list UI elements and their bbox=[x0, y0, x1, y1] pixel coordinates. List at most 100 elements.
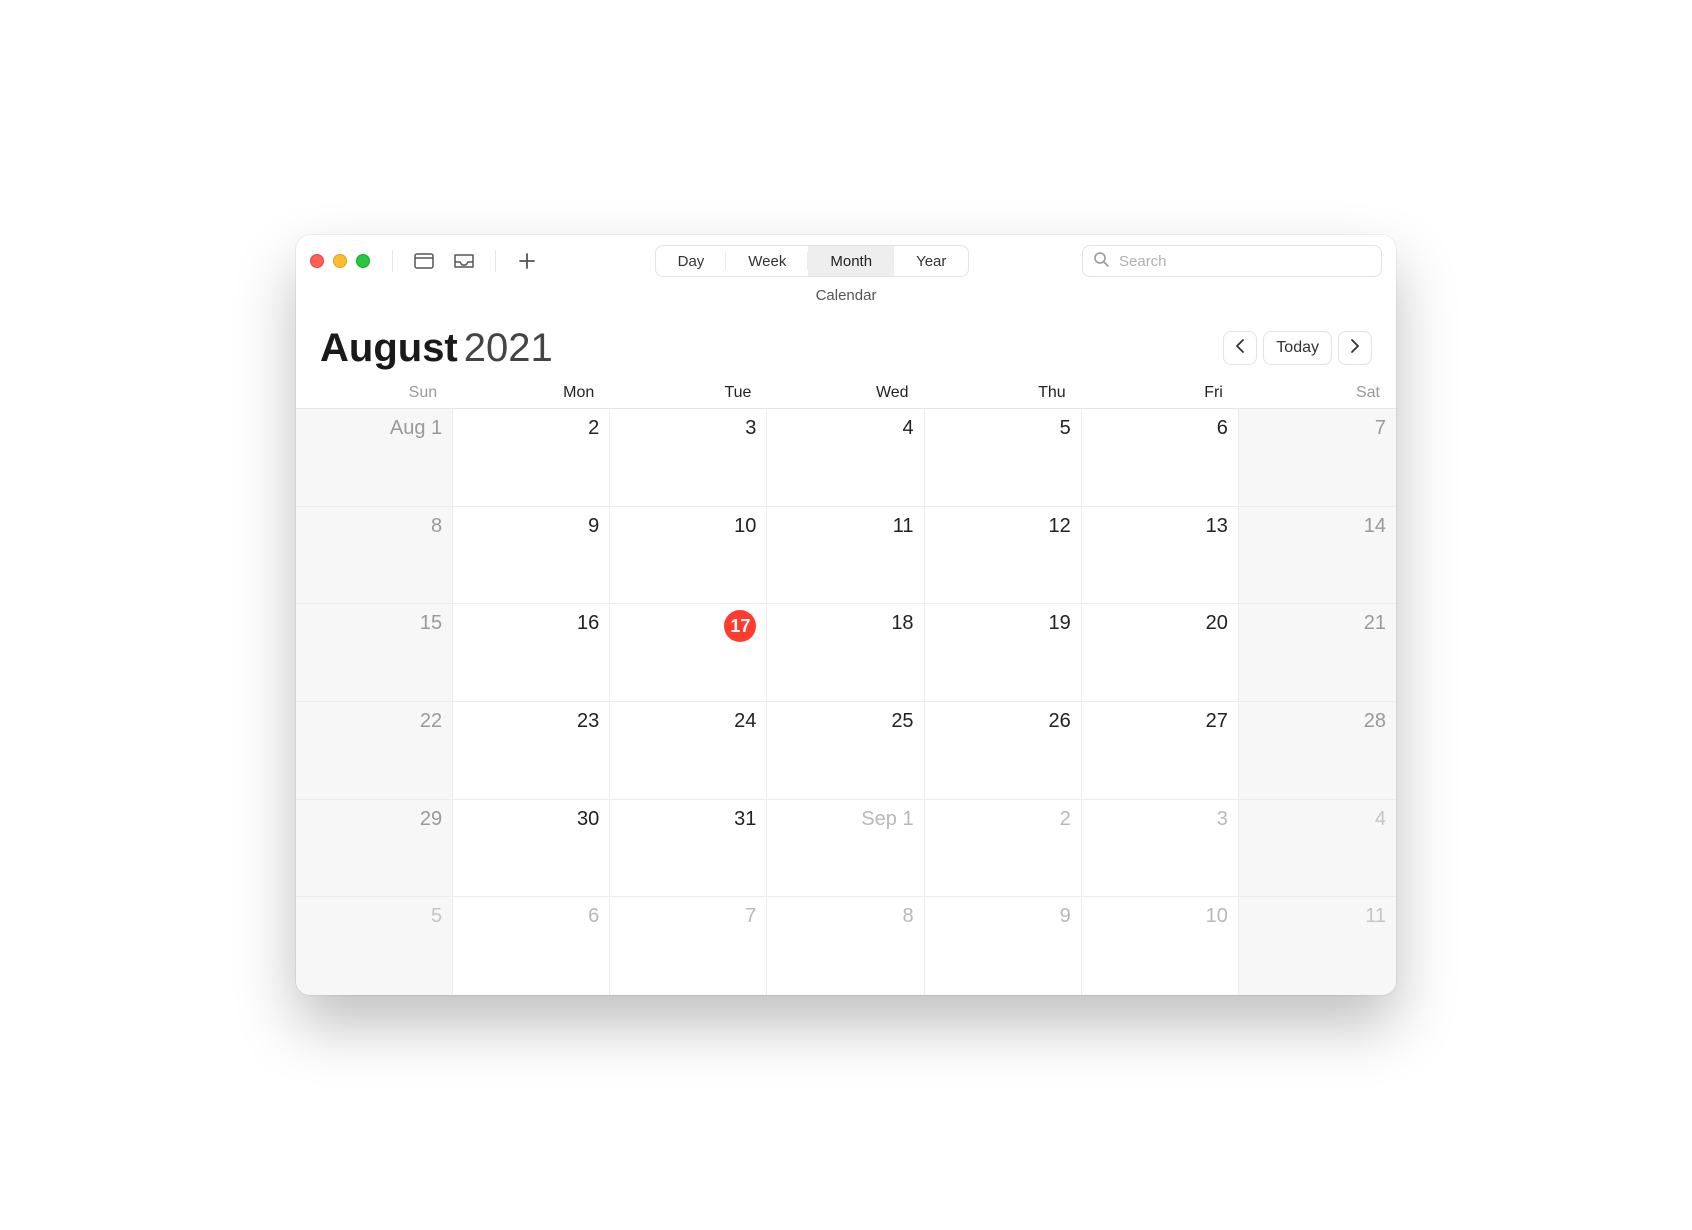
day-number: 12 bbox=[935, 515, 1071, 538]
day-cell[interactable]: 22 bbox=[296, 702, 453, 800]
day-cell[interactable]: 5 bbox=[296, 897, 453, 995]
day-cell[interactable]: 10 bbox=[610, 507, 767, 605]
day-number: 6 bbox=[1092, 417, 1228, 440]
day-number: 2 bbox=[463, 417, 599, 440]
day-cell[interactable]: 4 bbox=[1239, 800, 1396, 898]
day-cell[interactable]: 7 bbox=[610, 897, 767, 995]
day-cell[interactable]: 16 bbox=[453, 604, 610, 702]
search-input[interactable] bbox=[1117, 252, 1371, 271]
next-month-button[interactable] bbox=[1338, 331, 1372, 365]
weekday-sat: Sat bbox=[1239, 378, 1396, 408]
day-cell[interactable]: 30 bbox=[453, 800, 610, 898]
day-number: 10 bbox=[1092, 905, 1228, 928]
day-cell[interactable]: 12 bbox=[925, 507, 1082, 605]
day-cell[interactable]: 19 bbox=[925, 604, 1082, 702]
weekday-thu: Thu bbox=[925, 378, 1082, 408]
view-week-tab[interactable]: Week bbox=[726, 246, 808, 276]
day-number: 11 bbox=[1249, 905, 1386, 928]
day-cell[interactable]: 29 bbox=[296, 800, 453, 898]
add-event-button[interactable] bbox=[512, 246, 542, 276]
day-number: 5 bbox=[306, 905, 442, 928]
month-header: August2021 Today bbox=[296, 314, 1396, 378]
day-number: 31 bbox=[620, 808, 756, 831]
day-cell[interactable]: 6 bbox=[1082, 409, 1239, 507]
day-number: 16 bbox=[463, 612, 599, 635]
day-number: 5 bbox=[935, 417, 1071, 440]
day-number: 13 bbox=[1092, 515, 1228, 538]
day-number: 3 bbox=[1092, 808, 1228, 831]
day-number: 18 bbox=[777, 612, 913, 635]
day-cell[interactable]: 5 bbox=[925, 409, 1082, 507]
weekday-header-row: Sun Mon Tue Wed Thu Fri Sat bbox=[296, 378, 1396, 409]
day-number: 8 bbox=[306, 515, 442, 538]
day-number: 15 bbox=[306, 612, 442, 635]
day-cell[interactable]: 21 bbox=[1239, 604, 1396, 702]
day-cell[interactable]: 14 bbox=[1239, 507, 1396, 605]
window-controls bbox=[310, 254, 370, 268]
day-number: 9 bbox=[463, 515, 599, 538]
chevron-right-icon bbox=[1350, 339, 1360, 358]
today-button[interactable]: Today bbox=[1263, 331, 1332, 365]
weekday-tue: Tue bbox=[610, 378, 767, 408]
chevron-left-icon bbox=[1235, 339, 1245, 358]
day-number: 4 bbox=[1249, 808, 1386, 831]
day-cell[interactable]: 7 bbox=[1239, 409, 1396, 507]
day-cell[interactable]: 18 bbox=[767, 604, 924, 702]
day-cell[interactable]: 23 bbox=[453, 702, 610, 800]
day-cell[interactable]: 26 bbox=[925, 702, 1082, 800]
view-day-tab[interactable]: Day bbox=[656, 246, 727, 276]
weekday-wed: Wed bbox=[767, 378, 924, 408]
view-month-tab[interactable]: Month bbox=[808, 246, 894, 276]
day-cell[interactable]: 11 bbox=[767, 507, 924, 605]
view-year-tab[interactable]: Year bbox=[894, 246, 968, 276]
app-window: Day Week Month Year Calendar bbox=[296, 235, 1396, 995]
day-number: 3 bbox=[620, 417, 756, 440]
window-subtitle-row: Calendar bbox=[296, 287, 1396, 314]
day-cell[interactable]: 3 bbox=[610, 409, 767, 507]
day-cell[interactable]: 25 bbox=[767, 702, 924, 800]
day-cell[interactable]: 6 bbox=[453, 897, 610, 995]
day-cell[interactable]: 9 bbox=[925, 897, 1082, 995]
month-year-label: August2021 bbox=[320, 328, 553, 368]
day-cell[interactable]: Aug 1 bbox=[296, 409, 453, 507]
day-number: 7 bbox=[620, 905, 756, 928]
day-cell[interactable]: 10 bbox=[1082, 897, 1239, 995]
day-cell[interactable]: 8 bbox=[296, 507, 453, 605]
day-number: 27 bbox=[1092, 710, 1228, 733]
day-cell[interactable]: 15 bbox=[296, 604, 453, 702]
weekday-fri: Fri bbox=[1082, 378, 1239, 408]
search-field[interactable] bbox=[1082, 245, 1382, 277]
day-cell[interactable]: 31 bbox=[610, 800, 767, 898]
day-cell[interactable]: 3 bbox=[1082, 800, 1239, 898]
fullscreen-window-button[interactable] bbox=[356, 254, 370, 268]
weekday-mon: Mon bbox=[453, 378, 610, 408]
day-cell[interactable]: 17 bbox=[610, 604, 767, 702]
close-window-button[interactable] bbox=[310, 254, 324, 268]
day-cell[interactable]: 13 bbox=[1082, 507, 1239, 605]
day-cell[interactable]: 2 bbox=[453, 409, 610, 507]
day-number: 25 bbox=[777, 710, 913, 733]
day-cell[interactable]: 28 bbox=[1239, 702, 1396, 800]
day-number: 28 bbox=[1249, 710, 1386, 733]
day-cell[interactable]: 11 bbox=[1239, 897, 1396, 995]
minimize-window-button[interactable] bbox=[333, 254, 347, 268]
calendars-toggle-button[interactable] bbox=[409, 246, 439, 276]
day-cell[interactable]: 2 bbox=[925, 800, 1082, 898]
day-number: 8 bbox=[777, 905, 913, 928]
previous-month-button[interactable] bbox=[1223, 331, 1257, 365]
day-number: 6 bbox=[463, 905, 599, 928]
separator bbox=[392, 250, 393, 272]
month-label: August bbox=[320, 326, 458, 370]
day-number: 30 bbox=[463, 808, 599, 831]
day-number: 10 bbox=[620, 515, 756, 538]
weekday-sun: Sun bbox=[296, 378, 453, 408]
day-cell[interactable]: 24 bbox=[610, 702, 767, 800]
day-cell[interactable]: 4 bbox=[767, 409, 924, 507]
day-cell[interactable]: Sep 1 bbox=[767, 800, 924, 898]
day-cell[interactable]: 9 bbox=[453, 507, 610, 605]
inbox-button[interactable] bbox=[449, 246, 479, 276]
day-cell[interactable]: 27 bbox=[1082, 702, 1239, 800]
month-navigation: Today bbox=[1223, 331, 1372, 365]
day-cell[interactable]: 8 bbox=[767, 897, 924, 995]
day-cell[interactable]: 20 bbox=[1082, 604, 1239, 702]
